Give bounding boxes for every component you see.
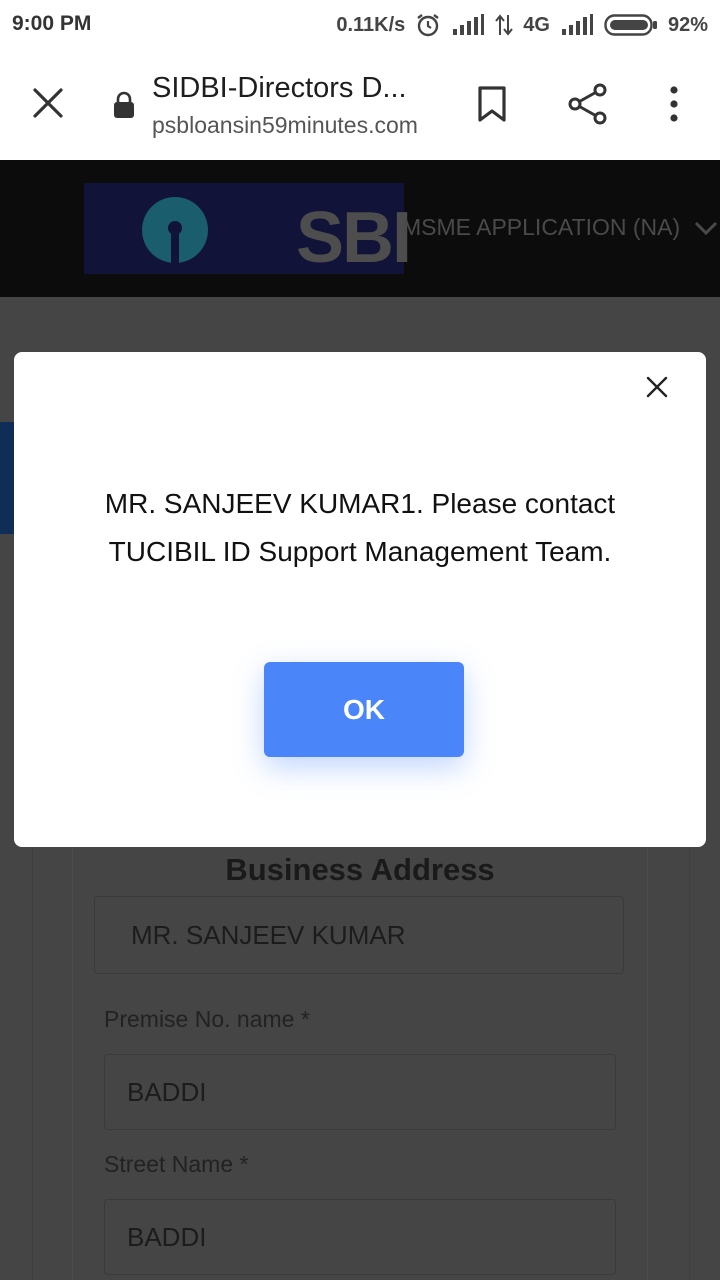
premise-input[interactable]: BADDI bbox=[104, 1054, 616, 1130]
ok-button[interactable]: OK bbox=[264, 662, 464, 757]
signal-icon bbox=[560, 14, 594, 36]
more-vert-icon[interactable] bbox=[662, 84, 686, 124]
status-bar: 9:00 PM 0.11K/s 4G 92% bbox=[0, 0, 720, 50]
url-value: psbloansin59minutes.com bbox=[152, 112, 418, 138]
battery-icon bbox=[604, 13, 658, 37]
bookmark-icon[interactable] bbox=[474, 84, 510, 124]
site-header: SBI MSME APPLICATION (NA) bbox=[0, 160, 720, 297]
dialog-message: MR. SANJEEV KUMAR1. Please contact TUCIB… bbox=[104, 488, 616, 567]
street-value: BADDI bbox=[127, 1221, 207, 1252]
street-input[interactable]: BADDI bbox=[104, 1199, 616, 1275]
browser-toolbar: SIDBI-Directors D... psbloansin59minutes… bbox=[0, 50, 720, 161]
sbi-symbol-icon bbox=[142, 197, 208, 265]
page-title[interactable]: SIDBI-Directors D... bbox=[152, 72, 442, 105]
premise-value: BADDI bbox=[127, 1076, 207, 1107]
premise-label: Premise No. name * bbox=[104, 1006, 310, 1032]
status-time: 9:00 PM bbox=[12, 12, 92, 35]
share-icon[interactable] bbox=[566, 82, 610, 126]
street-label: Street Name * bbox=[104, 1151, 249, 1177]
battery-level: 92% bbox=[667, 13, 708, 36]
close-icon[interactable] bbox=[28, 83, 68, 123]
alarm-icon bbox=[415, 12, 441, 38]
name-value: MR. SANJEEV KUMAR bbox=[131, 919, 406, 950]
sbi-logo-text: SBI bbox=[296, 198, 412, 278]
status-indicators: 0.11K/s 4G 92% bbox=[336, 12, 708, 38]
alert-dialog: MR. SANJEEV KUMAR1. Please contact TUCIB… bbox=[14, 352, 706, 847]
url-text[interactable]: psbloansin59minutes.com bbox=[152, 112, 442, 139]
close-icon[interactable] bbox=[642, 372, 672, 402]
name-field[interactable]: MR. SANJEEV KUMAR bbox=[94, 896, 624, 974]
sbi-logo[interactable]: SBI bbox=[84, 183, 412, 278]
network-type: 4G bbox=[523, 13, 550, 36]
lock-icon bbox=[112, 90, 136, 120]
data-transfer-icon bbox=[495, 13, 514, 37]
network-speed: 0.11K/s bbox=[336, 13, 406, 36]
section-title: Business Address bbox=[225, 852, 495, 887]
msme-application-menu[interactable]: MSME APPLICATION (NA) bbox=[402, 214, 680, 241]
side-accent bbox=[0, 422, 14, 534]
signal-icon bbox=[451, 14, 485, 36]
chevron-down-icon[interactable] bbox=[694, 220, 718, 236]
